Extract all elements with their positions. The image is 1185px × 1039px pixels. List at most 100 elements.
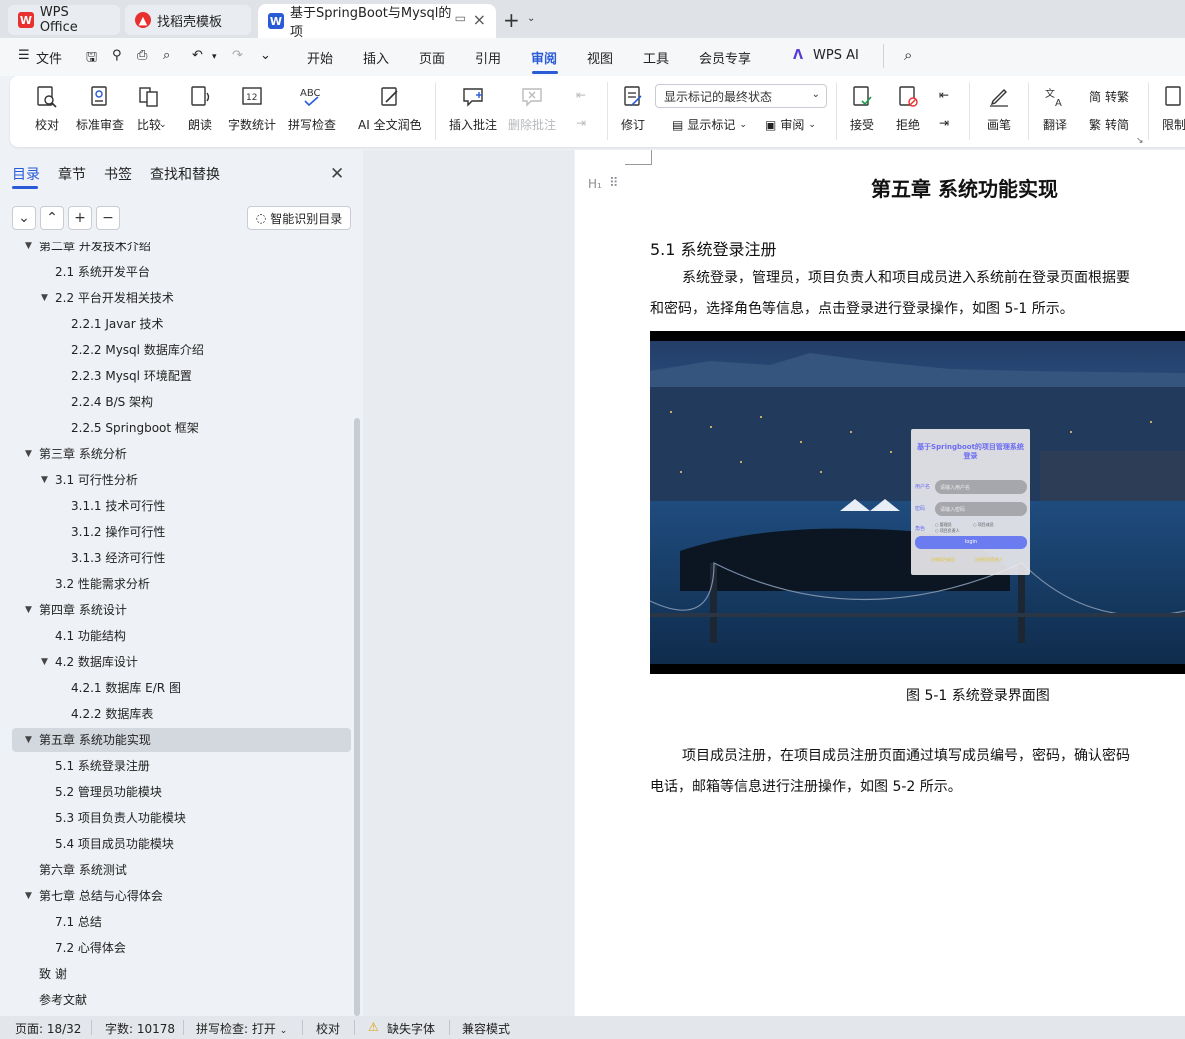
translate-button[interactable]: 文A 翻译 [1042,84,1068,133]
toc-item[interactable]: 2.2.1 Javar 技术 [12,312,351,336]
tab-find-replace[interactable]: 查找和替换 [150,164,220,184]
prev-change-icon[interactable]: ⇤ [939,88,949,102]
accept-button[interactable]: 接受 [849,84,875,133]
tab-toc[interactable]: 目录 [12,164,40,184]
ribbon-expand-icon[interactable]: ↘ [1136,136,1144,146]
expand-caret-icon[interactable]: ▼ [41,286,48,310]
remove-heading-button[interactable]: − [96,206,120,230]
toc-item[interactable]: 3.1.1 技术可行性 [12,494,351,518]
menu-review[interactable]: 审阅 [531,48,557,67]
toc-item[interactable]: 4.1 功能结构 [12,624,351,648]
expand-down-button[interactable]: ⌄ [12,206,36,230]
toc-item[interactable]: 参考文献 [12,988,351,1012]
toc-item[interactable]: 7.2 心得体会 [12,936,351,960]
toc-item[interactable]: ▼ 4.2 数据库设计 [12,650,351,674]
toc-item[interactable]: 5.3 项目负责人功能模块 [12,806,351,830]
register-leader-link[interactable]: 注册项目负责人 [975,557,1003,563]
more-chevron-icon[interactable]: ⌄ [260,48,271,63]
redo-icon[interactable]: ↷ [232,48,243,63]
print-preview-icon[interactable]: ⌕ [163,48,170,63]
toc-item[interactable]: ▼ 第五章 系统功能实现 [12,728,351,752]
insert-comment-button[interactable]: 插入批注 [449,84,497,133]
reject-button[interactable]: 拒绝 [895,84,921,133]
close-tab-icon[interactable]: × [473,10,486,29]
next-change-icon[interactable]: ⇥ [939,116,949,130]
toc-item[interactable]: 2.2.4 B/S 架构 [12,390,351,414]
register-member-link[interactable]: 注册项目成员 [931,557,955,563]
tab-bookmarks[interactable]: 书签 [104,164,132,184]
track-changes-button[interactable]: 修订 [620,84,646,133]
toc-item[interactable]: 5.4 项目成员功能模块 [12,832,351,856]
share-icon[interactable]: ⚲ [112,48,122,63]
toc-item[interactable]: 4.2.1 数据库 E/R 图 [12,676,351,700]
login-button[interactable]: login [915,536,1027,549]
to-traditional-button[interactable]: 简转繁 [1089,88,1129,105]
toc-item[interactable]: 3.1.3 经济可行性 [12,546,351,570]
tab-sections[interactable]: 章节 [58,164,86,184]
markup-state-select[interactable]: 显示标记的最终状态 ⌄ [655,84,827,108]
toc-item[interactable]: ▼ 3.1 可行性分析 [12,468,351,492]
undo-icon[interactable]: ↶ [192,48,203,63]
menu-home[interactable]: 开始 [307,48,333,67]
heading-marker-icon[interactable]: H₁ [588,177,602,191]
toc-item[interactable]: 2.1 系统开发平台 [12,260,351,284]
close-pane-icon[interactable]: ✕ [330,164,344,184]
word-count-indicator[interactable]: 字数: 10178 [105,1020,175,1037]
toc-item[interactable]: 2.2.5 Springboot 框架 [12,416,351,440]
document-page[interactable]: H₁ ⠿ 第五章 系统功能实现 5.1 系统登录注册 系统登录，管理员，项目负责… [575,150,1185,1016]
toc-item[interactable]: ▼ 第四章 系统设计 [12,598,351,622]
tab-document[interactable]: W 基于SpringBoot与Mysql的项 ▭ × [258,4,496,40]
role-radio-member[interactable]: ○ 项目成员 [973,522,994,528]
toc-item[interactable]: 2.2.3 Mysql 环境配置 [12,364,351,388]
role-radio-leader[interactable]: ○ 项目负责人 [935,528,960,534]
expand-caret-icon[interactable]: ▼ [41,468,48,492]
smart-toc-button[interactable]: ◌ 智能识别目录 [247,206,351,230]
drag-handle-icon[interactable]: ⠿ [609,176,619,191]
print-icon[interactable]: ⎙ [137,48,147,63]
toc-item[interactable]: 5.1 系统登录注册 [12,754,351,778]
toc-item[interactable]: ▼ 第二章 开发技术介绍 [12,242,351,258]
proofread-button[interactable]: 校对 [34,84,60,133]
new-tab-icon[interactable]: + [503,8,520,32]
hamburger-icon[interactable]: ☰ [18,48,30,63]
tab-template[interactable]: ▲ 找稻壳模板 [125,5,251,35]
expand-caret-icon[interactable]: ▼ [25,242,32,258]
proofread-status[interactable]: 校对 [316,1020,340,1037]
toc-item[interactable]: 5.2 管理员功能模块 [12,780,351,804]
menu-file[interactable]: 文件 [36,48,62,67]
username-input[interactable]: 请输入用户名 [935,480,1027,494]
menu-page[interactable]: 页面 [419,48,445,67]
read-aloud-button[interactable]: 朗读 [187,84,213,133]
tab-wps-office[interactable]: W WPS Office [8,5,120,35]
tab-list-chevron-icon[interactable]: ⌄ [527,13,535,24]
spell-check-status[interactable]: 拼写检查: 打开 ⌄ [196,1020,287,1037]
next-comment-icon[interactable]: ⇥ [576,116,586,130]
restrict-button[interactable]: 限制 [1161,84,1185,133]
show-markup-button[interactable]: ▤ 显示标记 ⌄ [672,116,747,133]
menu-tools[interactable]: 工具 [643,48,669,67]
pen-button[interactable]: 画笔 [986,84,1012,133]
ai-polish-button[interactable]: AI 全文润色 [358,84,422,133]
monitor-icon[interactable]: ▭ [455,11,466,25]
add-heading-button[interactable]: + [68,206,92,230]
toc-item[interactable]: ▼ 第三章 系统分析 [12,442,351,466]
delete-comment-button[interactable]: 删除批注 [508,84,556,133]
toc-item[interactable]: 第六章 系统测试 [12,858,351,882]
collapse-up-button[interactable]: ⌃ [40,206,64,230]
compare-dropdown-icon[interactable]: ⌄ [159,120,167,130]
toc-item[interactable]: 3.2 性能需求分析 [12,572,351,596]
standard-review-button[interactable]: 标准审查 [76,84,124,133]
expand-caret-icon[interactable]: ▼ [25,728,32,752]
toc-item[interactable]: 3.1.2 操作可行性 [12,520,351,544]
menu-reference[interactable]: 引用 [475,48,501,67]
password-input[interactable]: 请输入密码 [935,502,1027,516]
word-count-button[interactable]: 12 字数统计 [228,84,276,133]
toc-scrollbar[interactable] [354,418,360,1016]
menu-wps-ai[interactable]: WPS AI [813,48,859,63]
expand-caret-icon[interactable]: ▼ [25,884,32,908]
expand-caret-icon[interactable]: ▼ [25,442,32,466]
review-pane-button[interactable]: ▣ 审阅 ⌄ [765,116,816,133]
menu-member[interactable]: 会员专享 [699,48,751,67]
missing-font-status[interactable]: 缺失字体 [387,1020,435,1037]
expand-caret-icon[interactable]: ▼ [41,650,48,674]
